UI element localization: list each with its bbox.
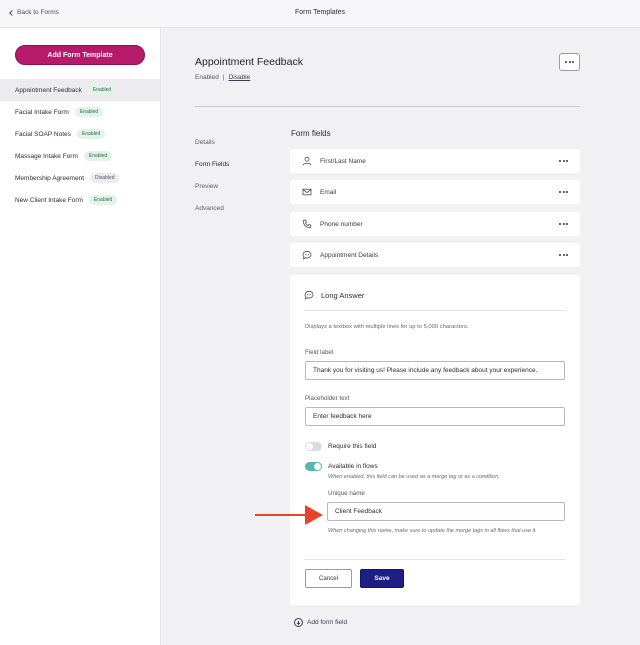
- field-type-header: Long Answer: [304, 290, 364, 300]
- field-menu-icon[interactable]: [559, 254, 568, 256]
- status-badge: Disabled: [90, 173, 120, 183]
- available-in-flows-help: When enabled, this field can be used as …: [328, 474, 500, 480]
- available-in-flows-toggle[interactable]: [305, 462, 322, 471]
- template-item[interactable]: Massage Intake Form Enabled: [0, 145, 160, 167]
- field-type-label: Long Answer: [321, 290, 365, 300]
- main-content: Appointment Feedback Enabled | Disable Det…: [161, 28, 640, 645]
- save-button[interactable]: Save: [360, 569, 404, 588]
- toggle-knob: [314, 463, 321, 470]
- field-menu-icon[interactable]: [559, 191, 568, 193]
- status-badge: Enabled: [74, 107, 104, 117]
- person-icon: [302, 156, 312, 166]
- placeholder-text-title: Placeholder text: [305, 395, 350, 402]
- unique-name-help: When changing this name, make sure to up…: [328, 528, 537, 534]
- subnav-advanced[interactable]: Advanced: [195, 197, 275, 219]
- require-field-toggle[interactable]: [305, 442, 322, 451]
- template-name: New Client Intake Form: [15, 196, 83, 204]
- field-label: Appointment Details: [320, 251, 379, 259]
- available-in-flows-label: Available in flows: [328, 463, 378, 470]
- field-type-description: Displays a textbox with multiple lines f…: [305, 324, 469, 330]
- template-item[interactable]: Appointment Feedback Enabled: [0, 79, 160, 101]
- field-label: First/Last Name: [320, 157, 366, 165]
- divider: [195, 106, 580, 107]
- add-form-template-button[interactable]: Add Form Template: [15, 45, 145, 65]
- chat-bubble-icon: [302, 250, 312, 260]
- form-field-row[interactable]: Phone number: [290, 212, 580, 236]
- envelope-icon: [302, 187, 312, 197]
- annotation-arrow-icon: [255, 505, 323, 525]
- divider: [304, 310, 566, 311]
- placeholder-text-input[interactable]: Enter feedback here: [305, 407, 565, 426]
- form-subnav: Details Form Fields Preview Advanced: [195, 131, 275, 219]
- field-label: Email: [320, 188, 337, 196]
- status-badge: Enabled: [88, 195, 118, 205]
- subnav-details[interactable]: Details: [195, 131, 275, 153]
- template-item[interactable]: Facial Intake Form Enabled: [0, 101, 160, 123]
- form-title: Appointment Feedback: [195, 56, 303, 68]
- add-form-field-button[interactable]: Add form field: [294, 618, 347, 627]
- phone-icon: [302, 219, 312, 229]
- status-badge: Enabled: [76, 129, 106, 139]
- template-name: Membership Agreement: [15, 174, 85, 182]
- form-fields-heading: Form fields: [291, 129, 331, 138]
- subnav-preview[interactable]: Preview: [195, 175, 275, 197]
- template-item[interactable]: Membership Agreement Disabled: [0, 167, 160, 189]
- plus-circle-icon: [294, 618, 303, 627]
- template-name: Facial SOAP Notes: [15, 130, 71, 138]
- more-options-button[interactable]: [559, 53, 580, 71]
- template-item[interactable]: New Client Intake Form Enabled: [0, 189, 160, 211]
- page-title: Form Templates: [294, 9, 346, 16]
- toggle-knob: [306, 443, 313, 450]
- template-name: Massage Intake Form: [15, 152, 78, 160]
- field-menu-icon[interactable]: [559, 160, 568, 162]
- top-bar: Back to Forms Form Templates: [0, 0, 640, 28]
- cancel-button[interactable]: Cancel: [305, 569, 352, 588]
- form-status-row: Enabled | Disable: [195, 74, 250, 81]
- field-label-input[interactable]: Thank you for visiting us! Please includ…: [305, 361, 565, 380]
- add-form-field-label: Add form field: [307, 619, 348, 626]
- chat-bubble-icon: [304, 290, 314, 300]
- form-status: Enabled: [195, 74, 219, 81]
- divider: [304, 559, 566, 560]
- unique-name-title: Unique name: [328, 490, 365, 497]
- field-label: Phone number: [320, 220, 363, 228]
- status-badge: Enabled: [83, 151, 113, 161]
- status-badge: Enabled: [87, 85, 117, 95]
- more-dots-icon: [565, 61, 574, 63]
- subnav-form-fields[interactable]: Form Fields: [195, 153, 275, 175]
- template-name: Appointment Feedback: [15, 86, 82, 94]
- require-field-label: Require this field: [328, 443, 377, 450]
- status-separator: |: [222, 74, 225, 81]
- form-field-row[interactable]: First/Last Name: [290, 149, 580, 173]
- sidebar: Add Form Template Appointment Feedback E…: [0, 28, 161, 645]
- template-item[interactable]: Facial SOAP Notes Enabled: [0, 123, 160, 145]
- field-label-title: Field label: [305, 349, 334, 356]
- form-field-row[interactable]: Email: [290, 180, 580, 204]
- unique-name-input[interactable]: Client Feedback: [327, 502, 565, 521]
- template-list: Appointment Feedback Enabled Facial Inta…: [0, 79, 160, 211]
- disable-link[interactable]: Disable: [229, 74, 251, 81]
- form-field-row[interactable]: Appointment Details: [290, 243, 580, 267]
- field-editor-card: Long Answer Displays a textbox with mult…: [290, 275, 580, 605]
- template-name: Facial Intake Form: [15, 108, 69, 116]
- field-menu-icon[interactable]: [559, 223, 568, 225]
